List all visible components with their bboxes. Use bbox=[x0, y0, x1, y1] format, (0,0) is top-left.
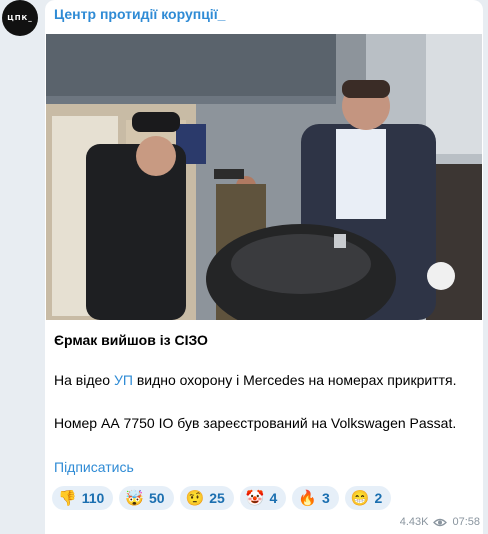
reaction-fire[interactable]: 🔥 3 bbox=[292, 486, 339, 510]
channel-name[interactable]: Центр протидії корупції_ bbox=[54, 6, 225, 22]
post-paragraph-2: Номер АА 7750 ІО був зареєстрований на V… bbox=[54, 415, 457, 431]
channel-avatar[interactable]: ЦПК_ bbox=[2, 0, 38, 36]
fire-icon: 🔥 bbox=[298, 489, 317, 507]
reaction-count: 25 bbox=[209, 490, 225, 506]
grin-icon: 😁 bbox=[350, 489, 370, 507]
view-count: 4.43K bbox=[399, 516, 429, 528]
reaction-clown[interactable]: 🤡 4 bbox=[239, 486, 287, 510]
reaction-exploding-head[interactable]: 🤯 50 bbox=[119, 486, 174, 510]
reactions-bar: 👎 110 🤯 50 🤨 25 🤡 4 🔥 3 😁 2 bbox=[52, 486, 392, 510]
reaction-thumbs-down[interactable]: 👎 110 bbox=[52, 486, 114, 510]
post-title: Єрмак вийшов із СІЗО bbox=[54, 332, 208, 348]
up-link[interactable]: УП bbox=[114, 372, 133, 388]
paragraph-1-text-b: видно охорону і Mercedes на номерах прик… bbox=[132, 372, 457, 388]
message-time: 07:58 bbox=[452, 516, 480, 528]
exploding-head-icon: 🤯 bbox=[125, 489, 144, 507]
reaction-count: 2 bbox=[374, 490, 383, 506]
reaction-count: 110 bbox=[81, 490, 105, 506]
reaction-count: 50 bbox=[148, 490, 165, 506]
message-meta: 4.43K 07:58 bbox=[400, 516, 480, 528]
clown-icon: 🤡 bbox=[245, 489, 265, 507]
reaction-grin[interactable]: 😁 2 bbox=[344, 486, 392, 510]
raised-eyebrow-icon: 🤨 bbox=[185, 489, 205, 507]
paragraph-1-text-a: На відео bbox=[54, 372, 114, 388]
reaction-raised-eyebrow[interactable]: 🤨 25 bbox=[179, 486, 234, 510]
reaction-count: 3 bbox=[321, 490, 330, 506]
reaction-count: 4 bbox=[269, 490, 278, 506]
photo-illustration bbox=[46, 34, 482, 320]
post-paragraph-1: На відео УП видно охорону і Mercedes на … bbox=[54, 370, 474, 390]
post-photo[interactable] bbox=[46, 34, 482, 320]
thumbs-down-icon: 👎 bbox=[58, 489, 77, 507]
eye-icon bbox=[433, 518, 448, 526]
subscribe-link[interactable]: Підписатись bbox=[54, 459, 134, 475]
